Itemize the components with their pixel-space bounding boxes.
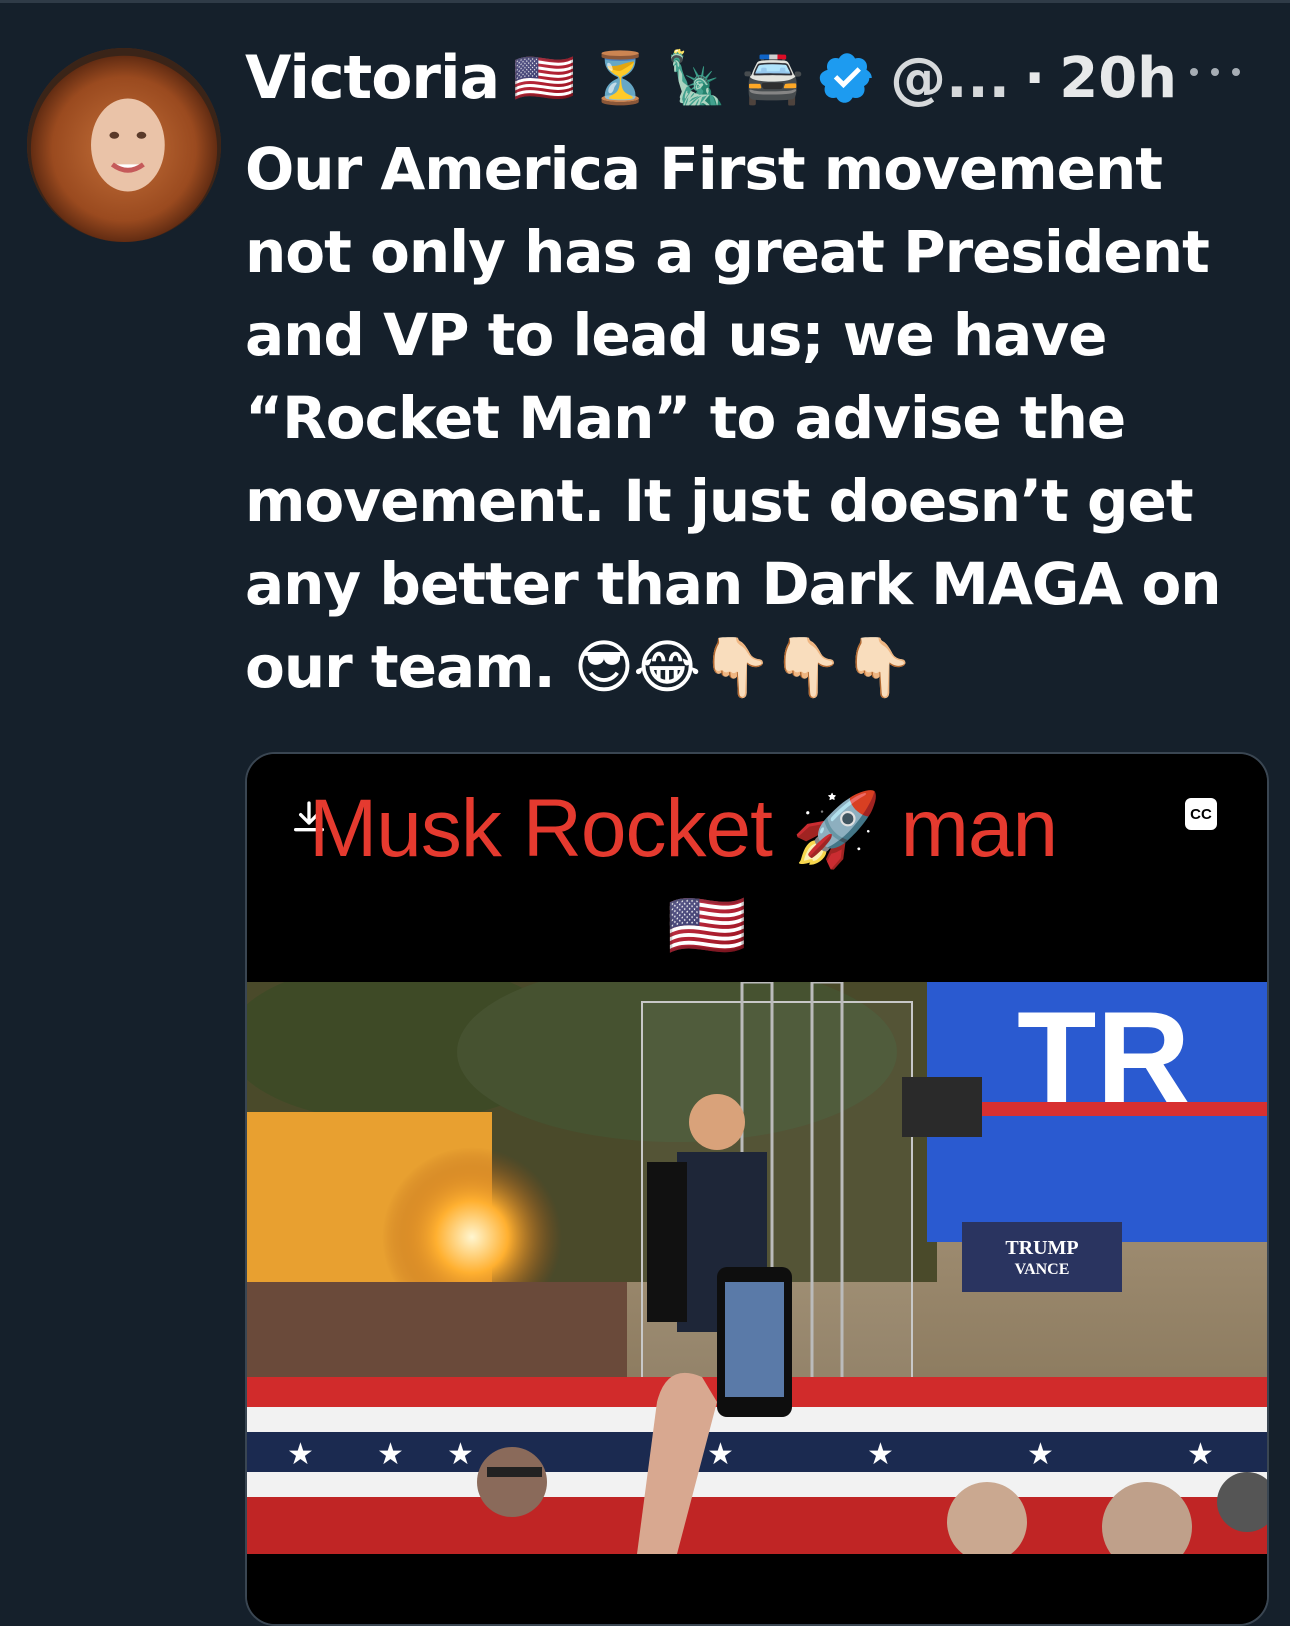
podium-text-vance: VANCE xyxy=(1015,1261,1070,1278)
svg-text:★: ★ xyxy=(377,1437,404,1472)
tweet-text: Our America First movement not only has … xyxy=(245,135,1222,701)
video-title-right: man xyxy=(900,783,1059,874)
separator-dot: · xyxy=(1023,45,1046,111)
hourglass-emoji: ⏳ xyxy=(589,49,652,107)
verified-badge-icon[interactable] xyxy=(818,49,876,107)
flag-emoji: 🇺🇸 xyxy=(513,49,576,107)
video-bottom-bar xyxy=(247,1554,1267,1624)
tweet-header: Victoria 🇺🇸 ⏳ 🗽 🚔 @... · 20h xyxy=(245,40,1177,116)
svg-text:★: ★ xyxy=(1027,1437,1054,1472)
video-title-left: Musk Rocket xyxy=(309,783,773,874)
timestamp[interactable]: 20h xyxy=(1059,46,1177,111)
svg-text:★: ★ xyxy=(447,1437,474,1472)
svg-text:★: ★ xyxy=(287,1437,314,1472)
tweet[interactable]: Victoria 🇺🇸 ⏳ 🗽 🚔 @... · 20h Our America… xyxy=(0,0,1290,1626)
svg-text:★: ★ xyxy=(867,1437,894,1472)
video-frame: TR TRUMP VANCE ★ ★ ★ ★ ★ ★ ★ xyxy=(247,982,1267,1554)
statue-of-liberty-emoji: 🗽 xyxy=(665,49,728,107)
svg-text:★: ★ xyxy=(1187,1437,1214,1472)
us-flag-emoji: 🇺🇸 xyxy=(667,889,747,963)
closed-captions-icon[interactable]: CC xyxy=(1185,798,1217,830)
rocket-emoji: 🚀 xyxy=(791,789,882,870)
more-options-icon[interactable] xyxy=(1190,52,1240,92)
podium-text-trump: TRUMP xyxy=(1005,1237,1078,1259)
video-caption-area: Musk Rocket 🚀 man CC 🇺🇸 xyxy=(247,754,1267,984)
police-car-emoji: 🚔 xyxy=(741,49,805,107)
svg-text:★: ★ xyxy=(707,1437,734,1472)
author-name[interactable]: Victoria xyxy=(245,43,500,113)
avatar[interactable] xyxy=(27,48,221,242)
author-handle[interactable]: @... xyxy=(890,46,1010,111)
video-title: Musk Rocket 🚀 man xyxy=(309,774,1189,884)
video-player[interactable]: Musk Rocket 🚀 man CC 🇺🇸 TR TRUMP VANCE ★… xyxy=(245,752,1269,1626)
